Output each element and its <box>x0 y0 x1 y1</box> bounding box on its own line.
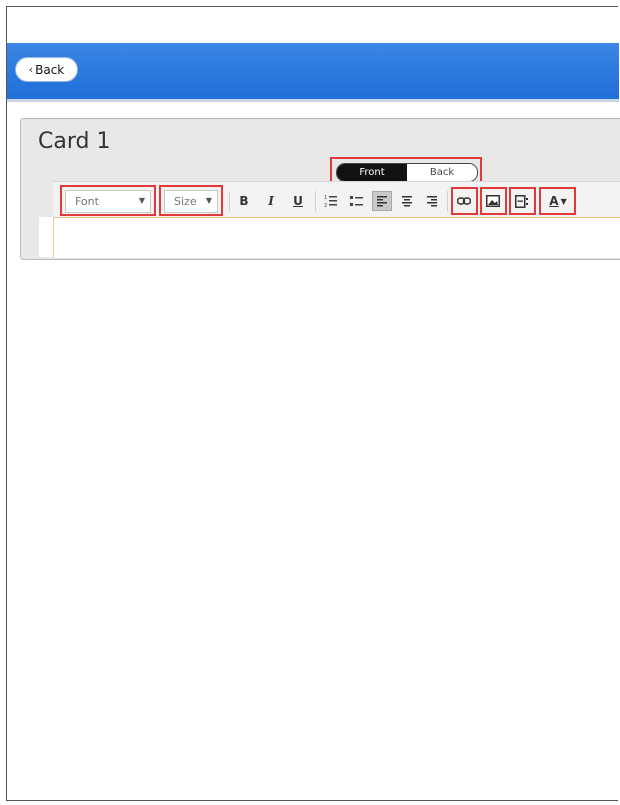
front-tab[interactable]: Front <box>337 164 407 181</box>
text-color-icon: A <box>549 194 559 208</box>
card-title: Card 1 <box>38 129 111 154</box>
main-content: Card 1 Front Back Font ▼ Size ▼ B I U 1 … <box>7 102 620 260</box>
front-back-toggle[interactable]: Front Back <box>336 163 478 182</box>
font-select[interactable]: Font ▼ <box>65 190 151 213</box>
toolbar-divider <box>315 191 316 211</box>
back-button[interactable]: ‹ Back <box>15 57 78 82</box>
size-select-value: Size <box>174 195 197 208</box>
rich-text-toolbar: Font ▼ Size ▼ B I U 12 A ▼ <box>53 181 620 219</box>
top-nav-bar: ‹ Back <box>7 43 619 102</box>
svg-text:2: 2 <box>324 203 327 208</box>
svg-text:1: 1 <box>324 195 327 201</box>
image-icon[interactable] <box>483 191 503 211</box>
bold-button[interactable]: B <box>234 191 254 211</box>
back-tab[interactable]: Back <box>407 164 477 181</box>
back-button-label: Back <box>35 62 65 77</box>
toolbar-divider <box>447 191 448 211</box>
caret-down-icon: ▼ <box>560 196 567 206</box>
editor-gutter <box>39 217 53 257</box>
link-icon[interactable] <box>454 191 474 211</box>
caret-down-icon: ▼ <box>205 196 212 205</box>
font-select-value: Font <box>75 195 99 208</box>
audio-record-icon[interactable] <box>512 191 532 211</box>
bulleted-list-icon[interactable] <box>347 191 367 211</box>
italic-button[interactable]: I <box>261 191 281 211</box>
card-editor-panel: Card 1 Front Back Font ▼ Size ▼ B I U 1 … <box>20 118 620 260</box>
size-select[interactable]: Size ▼ <box>164 190 218 213</box>
app-window: ‹ Back Card 1 Front Back Font ▼ Size ▼ B… <box>6 6 620 801</box>
align-left-icon[interactable] <box>372 191 392 211</box>
text-color-button[interactable]: A ▼ <box>543 191 573 211</box>
underline-button[interactable]: U <box>288 191 308 211</box>
numbered-list-icon[interactable]: 12 <box>321 191 341 211</box>
card-content-editor[interactable] <box>53 217 620 258</box>
caret-down-icon: ▼ <box>138 196 145 205</box>
align-right-icon[interactable] <box>422 191 442 211</box>
align-center-icon[interactable] <box>397 191 417 211</box>
toolbar-divider <box>229 191 230 211</box>
chevron-left-icon: ‹ <box>28 63 34 76</box>
